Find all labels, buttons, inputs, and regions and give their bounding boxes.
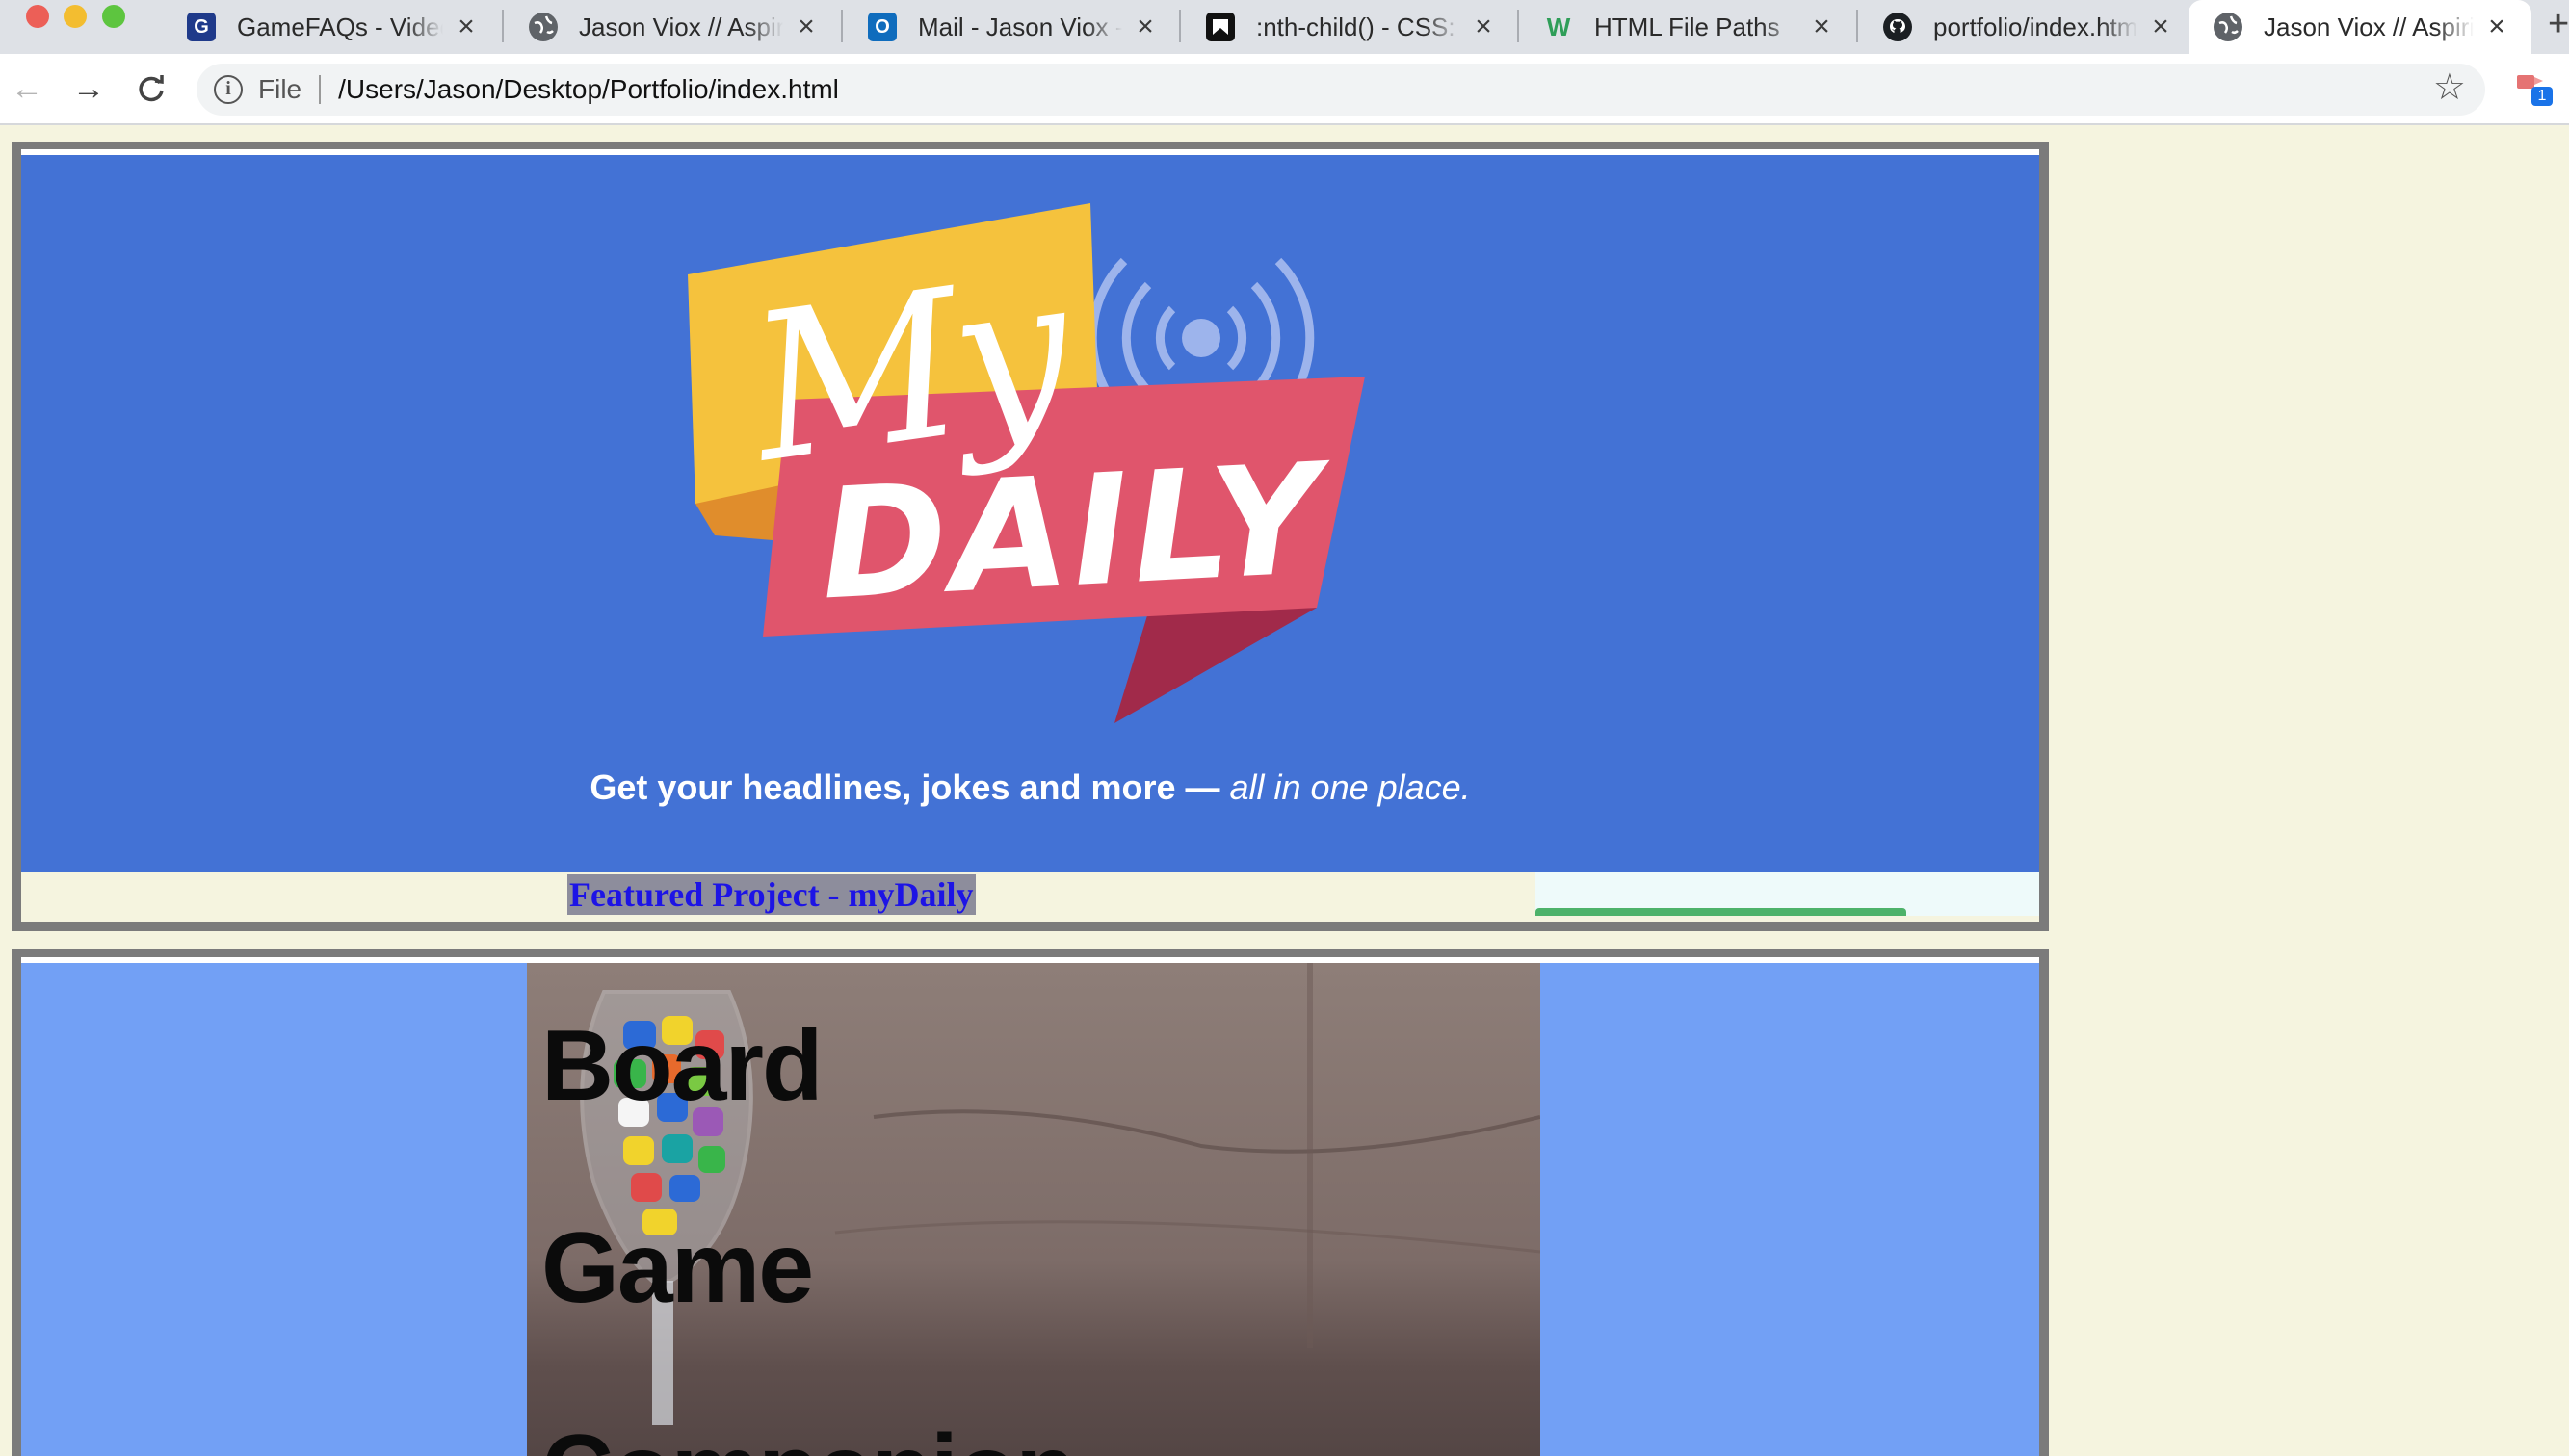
close-tab-icon[interactable]: × [2147,13,2174,41]
extension-badge: 1 [2531,87,2553,106]
outlook-icon: O [868,13,897,41]
logo-main-text: DAILY [816,430,1329,635]
url-divider [319,75,322,104]
close-tab-icon[interactable]: × [793,13,820,41]
forward-icon[interactable]: → [67,67,110,110]
tab-title: Mail - Jason Viox - Outlook [918,12,1122,41]
reload-icon[interactable] [130,67,172,110]
gamefaqs-icon: G [187,13,216,41]
extension-icon[interactable]: 1 [2514,69,2556,112]
board-game-hero[interactable]: Board Game Companion [21,963,2039,1456]
back-icon[interactable]: ← [6,67,48,110]
green-bar [1535,908,1906,916]
mydaily-tagline: Get your headlines, jokes and more — all… [21,767,2039,808]
tab-title: :nth-child() - CSS: Cascading [1256,12,1460,41]
minimize-window-button[interactable] [64,5,87,28]
scheme-label: File [258,74,302,104]
url-text[interactable]: /Users/Jason/Desktop/Portfolio/index.htm… [338,74,839,105]
zoom-window-button[interactable] [102,5,125,28]
tab-title: GameFAQs - Video Games [237,12,443,41]
bookmark-star-icon[interactable]: ☆ [2433,65,2466,109]
close-tab-icon[interactable]: × [2483,13,2510,41]
address-bar[interactable]: i File /Users/Jason/Desktop/Portfolio/in… [197,64,2485,116]
info-icon[interactable]: i [214,75,243,104]
project-card-mydaily[interactable]: My DAILY Get your headlines, jokes and m… [12,142,2049,931]
tab-title: portfolio/index.html [1933,12,2137,41]
board-game-title-line: Game [541,1212,814,1324]
new-tab-icon[interactable]: + [2548,4,2569,45]
github-icon [1883,13,1912,41]
tab-gamefaqs[interactable]: G GameFAQs - Video Games × [162,0,501,54]
board-game-title-line: Companion [541,1414,1077,1456]
tab-jason-viox[interactable]: Jason Viox // Aspiring × [504,0,841,54]
project-caption-row: Featured Project - myDaily [21,872,2039,916]
close-tab-icon[interactable]: × [1470,13,1497,41]
tagline-text: Get your headlines, jokes and more — [590,767,1220,807]
adjacent-image-strip [1535,872,2039,916]
tab-title: HTML File Paths [1594,12,1780,41]
browser-toolbar: ← → i File /Users/Jason/Desktop/Portfoli… [0,54,2569,125]
tab-title: Jason Viox // Aspiring [579,12,783,41]
tab-jason-viox-active[interactable]: Jason Viox // Aspiring × [2189,0,2531,54]
globe-icon [529,13,558,41]
tab-w3schools[interactable]: W HTML File Paths × [1519,0,1856,54]
tab-github-portfolio[interactable]: portfolio/index.html × [1858,0,2195,54]
globe-icon [2214,13,2242,41]
board-game-title-line: Board [541,1010,823,1122]
tab-mdn-nth-child[interactable]: :nth-child() - CSS: Cascading × [1181,0,1518,54]
mydaily-hero-image[interactable]: My DAILY Get your headlines, jokes and m… [21,155,2039,872]
project-caption-link[interactable]: Featured Project - myDaily [567,874,976,915]
close-tab-icon[interactable]: × [1808,13,1835,41]
tab-title: Jason Viox // Aspiring [2264,12,2474,41]
tab-outlook-mail[interactable]: O Mail - Jason Viox - Outlook × [843,0,1180,54]
close-window-button[interactable] [26,5,49,28]
tab-strip: G GameFAQs - Video Games × Jason Viox //… [0,0,2569,54]
close-tab-icon[interactable]: × [1132,13,1159,41]
mdn-icon [1206,13,1235,41]
close-tab-icon[interactable]: × [453,13,480,41]
project-card-board-game[interactable]: Board Game Companion [12,949,2049,1456]
w3schools-icon: W [1546,12,1571,41]
tagline-emphasis: all in one place. [1229,767,1471,807]
